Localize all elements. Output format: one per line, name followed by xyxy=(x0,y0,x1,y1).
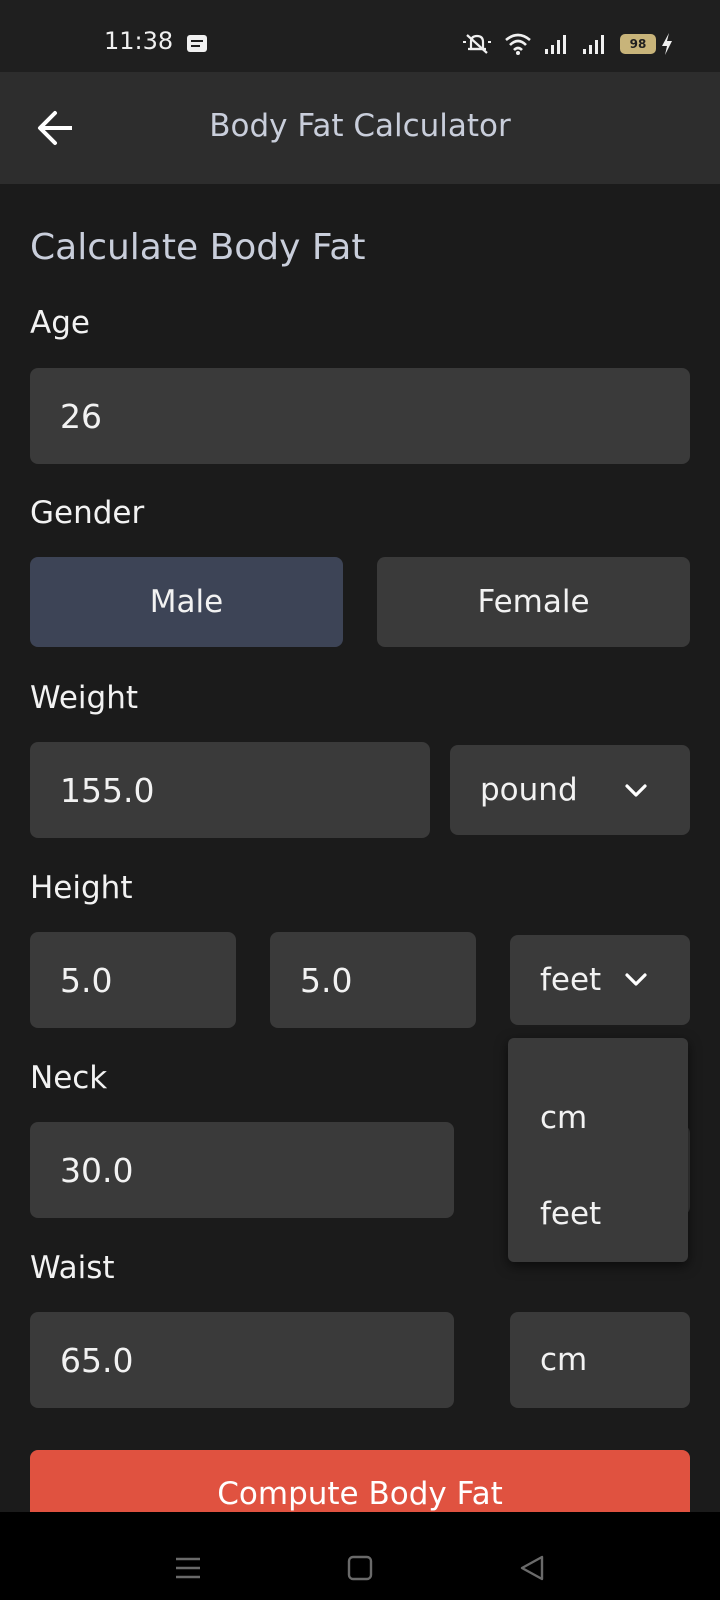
height-unit-dropdown-menu: cm feet xyxy=(508,1038,688,1262)
height-label: Height xyxy=(30,870,133,906)
signal-icon xyxy=(545,35,566,54)
weight-label: Weight xyxy=(30,680,139,716)
chevron-down-icon xyxy=(625,784,647,797)
gender-male-button[interactable]: Male xyxy=(30,557,343,647)
height-unit-select[interactable]: feet xyxy=(510,935,690,1025)
neck-label: Neck xyxy=(30,1060,108,1096)
battery-icon: 98 xyxy=(620,34,656,54)
height-feet-input[interactable]: 5.0 xyxy=(30,932,236,1028)
weight-input[interactable]: 155.0 xyxy=(30,742,430,838)
section-title: Calculate Body Fat xyxy=(30,227,366,268)
signal-icon xyxy=(583,35,604,54)
charging-icon xyxy=(662,33,672,55)
mute-icon xyxy=(463,34,491,54)
neck-input[interactable]: 30.0 xyxy=(30,1122,454,1218)
height-unit-value: feet xyxy=(540,962,602,998)
page-title: Body Fat Calculator xyxy=(209,108,511,144)
dropdown-option-feet[interactable]: feet xyxy=(540,1196,601,1232)
height-inches-input[interactable]: 5.0 xyxy=(270,932,476,1028)
wifi-icon xyxy=(505,33,531,55)
gender-female-button[interactable]: Female xyxy=(377,557,690,647)
weight-unit-value: pound xyxy=(480,772,578,808)
waist-input[interactable]: 65.0 xyxy=(30,1312,454,1408)
message-icon xyxy=(187,35,207,52)
waist-unit-value: cm xyxy=(540,1342,588,1378)
system-nav-bar xyxy=(0,1512,720,1600)
dropdown-option-cm[interactable]: cm xyxy=(540,1100,587,1136)
back-triangle-icon[interactable] xyxy=(518,1554,546,1582)
waist-unit-select[interactable]: cm xyxy=(510,1312,690,1408)
menu-icon[interactable] xyxy=(174,1554,202,1582)
waist-label: Waist xyxy=(30,1250,115,1286)
chevron-down-icon xyxy=(625,973,647,986)
age-label: Age xyxy=(30,305,90,341)
age-input[interactable]: 26 xyxy=(30,368,690,464)
weight-unit-select[interactable]: pound xyxy=(450,745,690,835)
status-icons: 98 xyxy=(462,30,674,58)
status-time: 11:38 xyxy=(104,27,174,55)
home-square-icon[interactable] xyxy=(347,1554,373,1582)
gender-label: Gender xyxy=(30,495,145,531)
